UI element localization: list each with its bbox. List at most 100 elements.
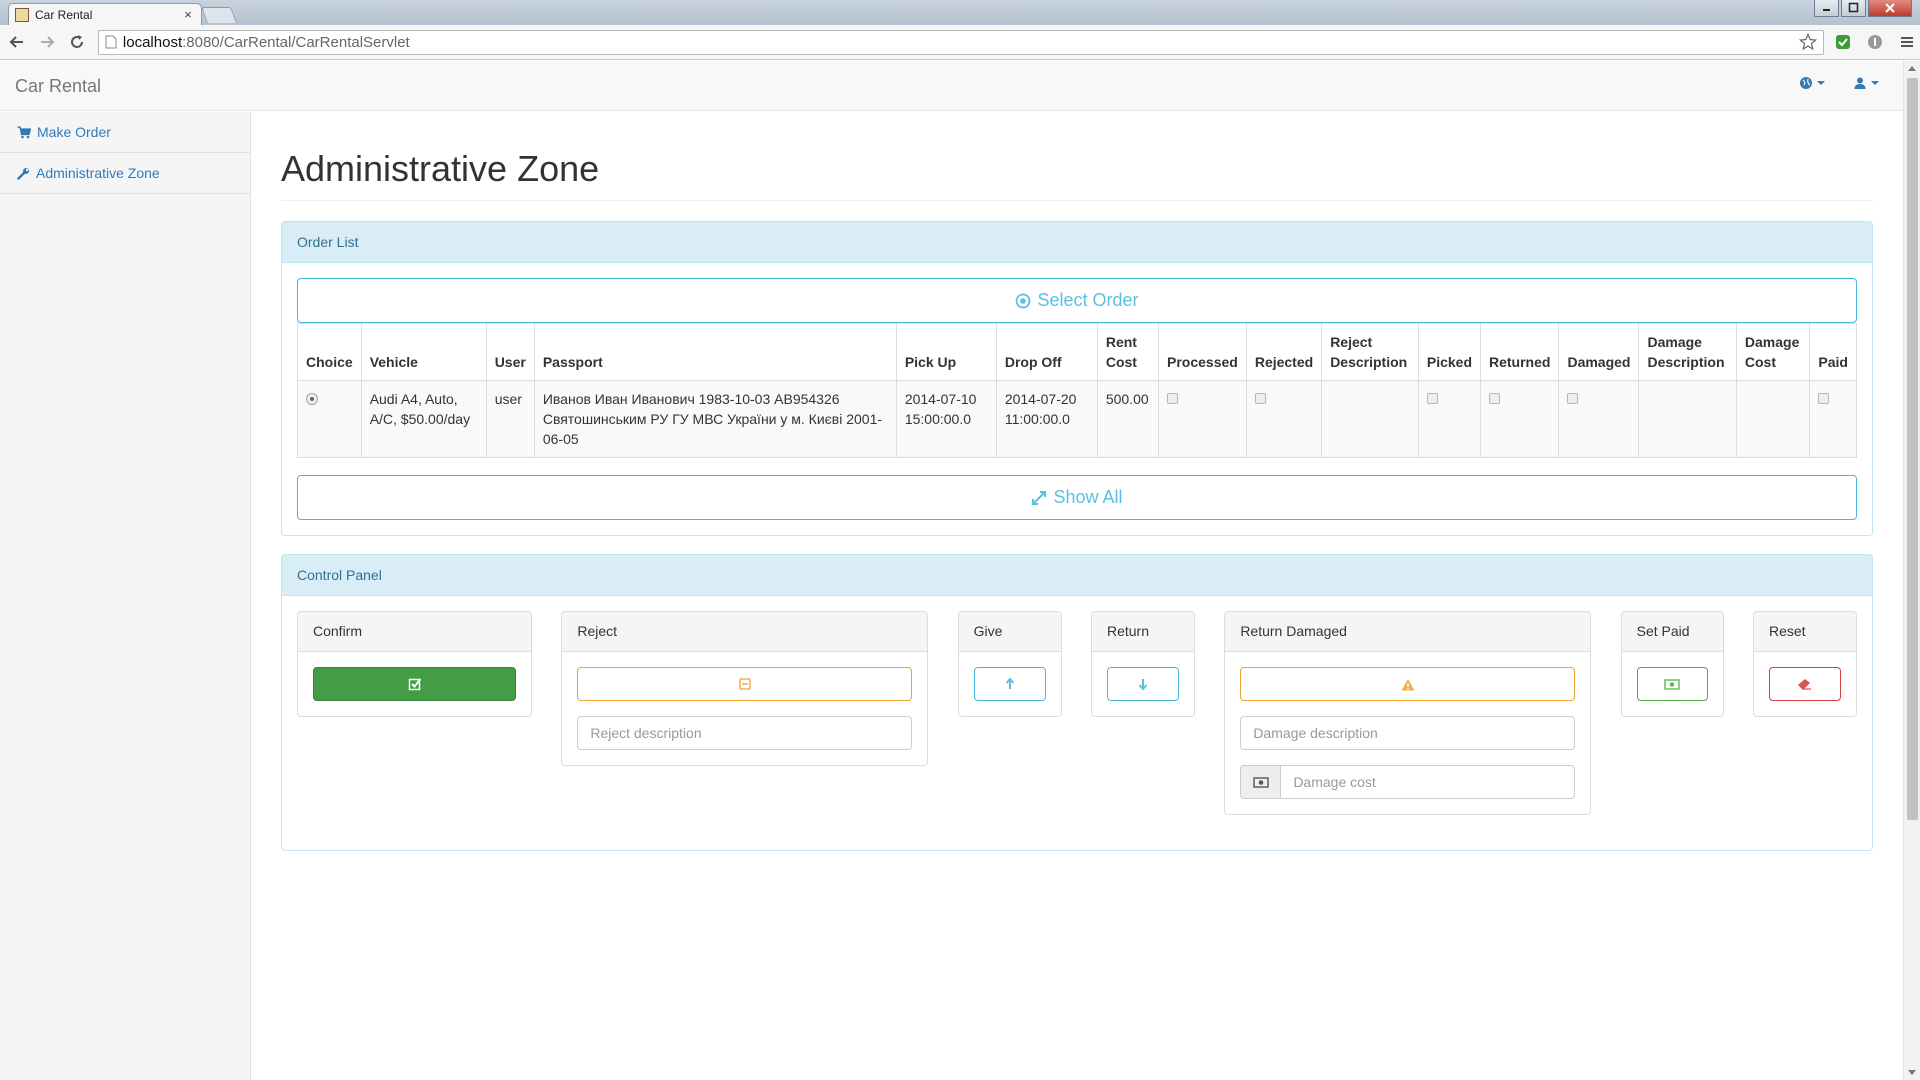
column-header: Damage Description (1638, 323, 1737, 381)
user-dropdown[interactable] (1853, 76, 1879, 90)
return-button[interactable] (1106, 667, 1179, 701)
paid-checkbox (1818, 393, 1830, 404)
close-window-icon[interactable] (1868, 0, 1912, 17)
select-order-label: Select Order (1037, 290, 1139, 310)
show-all-button[interactable]: Show All (297, 475, 1857, 520)
minimize-icon[interactable] (1814, 0, 1839, 17)
language-dropdown[interactable] (1799, 76, 1825, 90)
money-icon (1664, 678, 1680, 690)
reject-button[interactable] (577, 667, 913, 701)
column-header: Reject Description (1321, 323, 1419, 381)
column-header: Rent Cost (1096, 323, 1160, 381)
warning-icon (1401, 678, 1415, 691)
extension-icon-2[interactable] (1862, 29, 1888, 55)
picked-checkbox (1426, 393, 1438, 404)
user-cell: user (485, 380, 535, 458)
arrow-down-icon (1137, 677, 1149, 691)
menu-icon[interactable] (1894, 29, 1920, 55)
address-bar[interactable]: localhost :8080/CarRental/CarRentalServl… (97, 29, 1825, 55)
reset-heading: Reset (1753, 612, 1856, 652)
maximize-icon[interactable] (1841, 0, 1866, 17)
brand-link[interactable]: Car Rental (15, 76, 101, 97)
column-header: Vehicle (360, 323, 487, 381)
set-paid-heading: Set Paid (1621, 612, 1723, 652)
window-controls (1814, 0, 1912, 17)
page-title: Administrative Zone (281, 148, 1873, 201)
damage-cost-input[interactable]: Damage cost (1280, 765, 1576, 799)
eraser-icon (1797, 678, 1813, 690)
set-paid-button[interactable] (1636, 667, 1708, 701)
arrow-up-icon (1004, 677, 1016, 691)
page: Car Rental Make Order Administrative Zon… (0, 61, 1903, 1080)
reload-icon[interactable] (64, 29, 90, 55)
check-square-icon (408, 677, 422, 691)
give-button[interactable] (973, 667, 1046, 701)
main-content: Administrative Zone Order List Select Or… (281, 112, 1873, 851)
rent-cost-cell: 500.00 (1096, 380, 1160, 458)
column-header: Pick Up (895, 323, 997, 381)
column-header: Damage Cost (1735, 323, 1811, 381)
damage-cost-cell (1735, 380, 1811, 458)
chevron-down-icon (1871, 81, 1879, 85)
return-damaged-button[interactable] (1240, 667, 1576, 701)
page-icon (105, 35, 117, 49)
reject-description-cell (1321, 380, 1419, 458)
select-order-button[interactable]: Select Order (297, 278, 1857, 323)
return-damaged-heading: Return Damaged (1225, 612, 1591, 652)
return-heading: Return (1091, 612, 1194, 652)
order-list-panel: Order List Select Order Choice Vehicle U… (281, 221, 1873, 536)
passport-cell: Иванов Иван Иванович 1983-10-03 AB954326… (533, 380, 897, 458)
show-all-label: Show All (1053, 487, 1123, 507)
page-scrollbar[interactable] (1903, 61, 1920, 1080)
scroll-up-icon[interactable] (1908, 66, 1916, 71)
wrench-icon (17, 167, 30, 180)
new-tab-button[interactable] (201, 7, 237, 23)
processed-checkbox (1167, 393, 1178, 404)
globe-icon (1799, 76, 1813, 90)
browser-tab[interactable]: Car Rental × (8, 3, 202, 25)
url-host: localhost (122, 33, 183, 51)
damage-cost-group: Damage cost (1240, 765, 1576, 799)
column-header: Rejected (1245, 323, 1323, 381)
shopping-cart-icon (17, 125, 31, 139)
sidebar-item-make-order[interactable]: Make Order (0, 112, 250, 153)
table-row[interactable]: Audi A4, Auto, A/C, $50.00/day user Иван… (297, 380, 1857, 458)
reject-description-input[interactable]: Reject description (577, 716, 913, 750)
column-header: Choice (297, 323, 362, 381)
drop-off-cell: 2014-07-20 11:00:00.0 (995, 380, 1098, 458)
back-icon[interactable] (4, 29, 30, 55)
favicon-icon (15, 7, 29, 22)
damage-description-input[interactable]: Damage description (1240, 716, 1576, 750)
sidebar: Make Order Administrative Zone (0, 112, 251, 1080)
order-choice-radio[interactable] (306, 393, 318, 405)
browser-tab-strip: Car Rental × (0, 0, 1920, 25)
browser-toolbar: localhost :8080/CarRental/CarRentalServl… (0, 25, 1920, 60)
bookmark-star-icon[interactable] (1799, 33, 1818, 51)
user-icon (1853, 76, 1867, 90)
sidebar-item-label: Make Order (37, 124, 111, 140)
sidebar-item-label: Administrative Zone (36, 165, 160, 181)
confirm-button[interactable] (313, 667, 516, 701)
give-panel: Give (957, 611, 1062, 717)
forward-icon[interactable] (34, 29, 60, 55)
extension-icon[interactable] (1830, 29, 1856, 55)
pick-up-cell: 2014-07-10 15:00:00.0 (895, 380, 997, 458)
damaged-checkbox (1567, 393, 1579, 404)
column-header: Drop Off (995, 323, 1098, 381)
tab-title: Car Rental (35, 7, 93, 22)
record-circle-icon (1015, 293, 1031, 309)
reset-panel: Reset (1752, 611, 1857, 717)
tab-close-icon[interactable]: × (181, 7, 195, 22)
column-header: Passport (533, 323, 897, 381)
minus-square-icon (738, 677, 752, 691)
sidebar-item-administrative-zone[interactable]: Administrative Zone (0, 153, 250, 194)
column-header: Damaged (1558, 323, 1640, 381)
scroll-down-icon[interactable] (1908, 1070, 1916, 1075)
rejected-checkbox (1254, 393, 1266, 404)
return-panel: Return (1090, 611, 1195, 717)
reject-panel: Reject Reject description (561, 611, 929, 766)
money-icon (1240, 765, 1281, 799)
scrollbar-thumb[interactable] (1907, 78, 1918, 820)
return-damaged-panel: Return Damaged Damage description Damage… (1224, 611, 1592, 815)
reset-button[interactable] (1768, 667, 1841, 701)
